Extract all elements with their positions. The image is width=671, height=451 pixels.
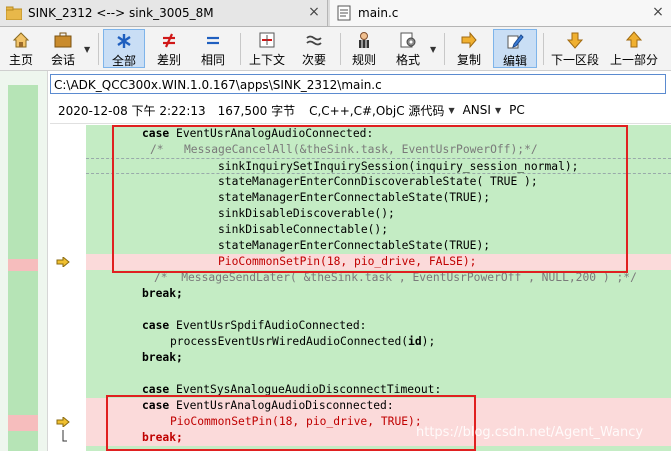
file-path-field[interactable]: C:\ADK_QCC300x.WIN.1.0.167\apps\SINK_231… bbox=[50, 74, 666, 94]
minor-button[interactable]: 次要 bbox=[296, 29, 332, 68]
code-line-blank bbox=[86, 366, 671, 382]
toolbar-separator bbox=[543, 33, 544, 65]
edit-button[interactable]: 编辑 bbox=[493, 29, 537, 68]
highlight-box bbox=[112, 125, 628, 273]
toolbar: 主页 会话 ▼ 全部 差别 相同 上下文 次要 规则 格式 ▼ 复制 编辑 下一… bbox=[0, 27, 671, 71]
toolbar-separator bbox=[340, 33, 341, 65]
asterisk-icon bbox=[114, 32, 134, 50]
code-line: case EventUsrSpdifAudioConnected: bbox=[142, 319, 367, 332]
code-line: break; bbox=[142, 287, 183, 300]
show-all-button[interactable]: 全部 bbox=[103, 29, 145, 68]
file-info-bar: 2020-12-08 下午 2:22:13 167,500 字节 C,C++,C… bbox=[50, 97, 671, 124]
home-button[interactable]: 主页 bbox=[4, 29, 38, 68]
close-icon[interactable]: × bbox=[307, 3, 321, 21]
tab-bar: SINK_2312 <--> sink_3005_8M × main.c × bbox=[0, 0, 671, 27]
file-datetime: 2020-12-08 下午 2:22:13 bbox=[58, 103, 206, 118]
diff-overview-strip bbox=[8, 85, 38, 451]
diffs-button[interactable]: 差别 bbox=[150, 29, 188, 68]
code-line: break; bbox=[142, 351, 183, 364]
diff-overview-mark bbox=[8, 415, 38, 431]
prev-section-button[interactable]: 上一部分 bbox=[606, 29, 662, 68]
equal-icon bbox=[203, 31, 223, 49]
diff-overview-gutter[interactable] bbox=[0, 71, 48, 451]
copy-button[interactable]: 复制 bbox=[451, 29, 487, 68]
same-button[interactable]: 相同 bbox=[194, 29, 232, 68]
approx-icon bbox=[304, 31, 324, 49]
home-icon bbox=[11, 31, 31, 49]
chevron-down-icon[interactable]: ▼ bbox=[495, 106, 501, 115]
chevron-down-icon[interactable]: ▼ bbox=[84, 45, 92, 54]
code-pane[interactable]: case EventUsrAnalogAudioConnected: /* Me… bbox=[50, 125, 671, 451]
file-encoding[interactable]: ANSI bbox=[463, 103, 491, 117]
text-compare-icon bbox=[336, 5, 352, 21]
watermark: https://blog.csdn.net/Agent_Wancy bbox=[416, 425, 644, 440]
diff-overview-mark bbox=[8, 259, 38, 271]
code-line-blank bbox=[86, 302, 671, 318]
toolbar-separator bbox=[98, 33, 99, 65]
line-ending[interactable]: PC bbox=[509, 103, 525, 117]
next-section-button[interactable]: 下一区段 bbox=[549, 29, 601, 68]
not-equal-icon bbox=[159, 31, 179, 49]
pencil-icon bbox=[505, 32, 525, 50]
briefcase-icon bbox=[53, 31, 73, 49]
folder-compare-icon bbox=[6, 5, 22, 21]
format-gear-icon bbox=[398, 31, 418, 49]
toolbar-separator bbox=[240, 33, 241, 65]
chevron-down-icon[interactable]: ▼ bbox=[430, 45, 438, 54]
tab-folder-compare[interactable]: SINK_2312 <--> sink_3005_8M × bbox=[0, 0, 328, 26]
diff-arrow-icon[interactable] bbox=[55, 416, 71, 428]
file-language[interactable]: C,C++,C#,ObjC 源代码 bbox=[309, 102, 444, 119]
arrow-up-icon bbox=[624, 31, 644, 49]
diff-bracket-icon bbox=[55, 430, 71, 442]
session-button[interactable]: 会话 bbox=[46, 29, 80, 68]
tab-label: main.c bbox=[358, 6, 399, 20]
file-size: 167,500 字节 bbox=[217, 103, 296, 118]
tab-main-c[interactable]: main.c × bbox=[330, 0, 671, 26]
arrow-right-icon bbox=[459, 31, 479, 49]
highlight-box bbox=[106, 395, 476, 451]
context-button[interactable]: 上下文 bbox=[245, 29, 289, 68]
tab-label: SINK_2312 <--> sink_3005_8M bbox=[28, 6, 214, 20]
toolbar-separator bbox=[444, 33, 445, 65]
line-marker-column bbox=[50, 125, 86, 451]
chevron-down-icon[interactable]: ▼ bbox=[448, 106, 454, 115]
format-button[interactable]: 格式 bbox=[390, 29, 426, 68]
arrow-down-icon bbox=[565, 31, 585, 49]
referee-icon bbox=[354, 31, 374, 49]
rules-button[interactable]: 规则 bbox=[346, 29, 382, 68]
close-icon[interactable]: × bbox=[651, 3, 665, 21]
code-line: processEventUsrWiredAudioConnected(id); bbox=[170, 335, 436, 348]
context-icon bbox=[257, 31, 277, 49]
diff-arrow-icon[interactable] bbox=[55, 256, 71, 268]
